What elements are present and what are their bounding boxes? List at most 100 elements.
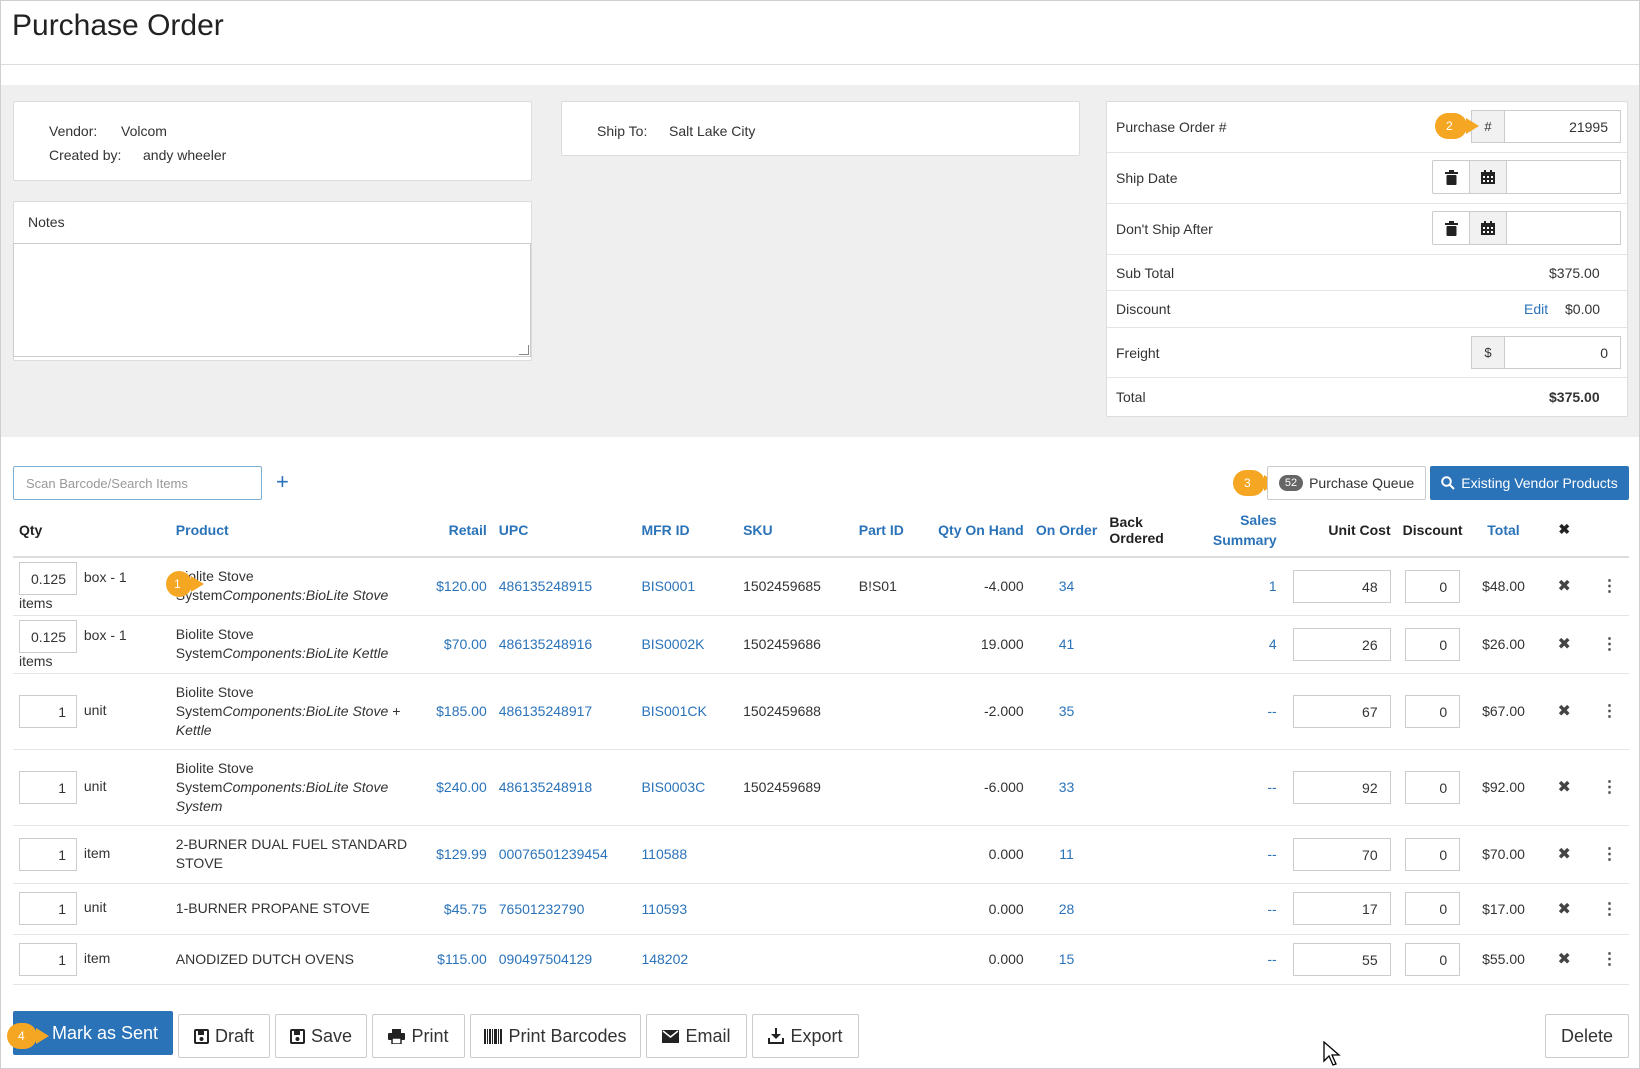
retail-cell[interactable]: $45.75 [426,883,493,935]
remove-row-icon[interactable]: ✖ [1558,578,1571,595]
dont-ship-after-calendar-button[interactable] [1469,211,1507,245]
print-button[interactable]: Print [372,1014,465,1058]
delete-button[interactable]: Delete [1545,1014,1629,1058]
discount-edit-link[interactable]: Edit [1524,301,1548,317]
qty-input[interactable]: 1 [19,770,77,804]
save-button[interactable]: Save [275,1014,367,1058]
col-total[interactable]: Total [1468,503,1539,558]
qty-input[interactable]: 0.125 [19,619,77,653]
on-order-cell[interactable]: 35 [1029,673,1104,750]
col-sales-summary[interactable]: Sales Summary [1206,503,1283,558]
on-order-cell[interactable]: 41 [1029,615,1104,674]
email-button[interactable]: Email [646,1014,747,1058]
unit-cost-input[interactable]: 26 [1292,627,1391,661]
discount-input[interactable]: 0 [1405,892,1461,925]
unit-cost-input[interactable]: 48 [1292,569,1391,603]
qty-input[interactable]: 1 [19,942,77,976]
retail-cell[interactable]: $115.00 [426,934,493,985]
col-sku[interactable]: SKU [737,503,853,558]
upc-cell[interactable]: 486135248917 [492,673,636,750]
on-order-cell[interactable]: 15 [1029,934,1104,985]
col-upc[interactable]: UPC [492,503,636,558]
on-order-cell[interactable]: 11 [1029,825,1104,884]
existing-vendor-products-button[interactable]: Existing Vendor Products [1430,466,1629,500]
upc-cell[interactable]: 76501232790 [492,883,636,935]
notes-textarea[interactable] [13,243,531,357]
col-product[interactable]: Product [169,503,427,558]
qty-input[interactable]: 1 [19,837,77,871]
add-item-button[interactable]: + [276,469,289,495]
sales-summary-cell[interactable]: -- [1206,825,1283,884]
qty-input[interactable]: 0.125 [19,561,77,595]
row-menu-icon[interactable]: ⋮ [1602,578,1618,595]
dont-ship-after-input[interactable] [1506,211,1621,245]
remove-row-icon[interactable]: ✖ [1558,846,1571,863]
resize-handle-icon[interactable] [519,345,529,355]
retail-cell[interactable]: $70.00 [426,615,493,674]
col-retail[interactable]: Retail [426,503,493,558]
export-button[interactable]: Export [752,1014,859,1058]
mfr-id-cell[interactable]: BIS0003C [635,749,738,826]
search-input[interactable]: Scan Barcode/Search Items [13,466,262,500]
mfr-id-cell[interactable]: 148202 [635,934,738,985]
draft-button[interactable]: Draft [178,1014,270,1058]
remove-row-icon[interactable]: ✖ [1558,901,1571,918]
unit-cost-input[interactable]: 67 [1292,694,1391,728]
remove-row-icon[interactable]: ✖ [1558,779,1571,796]
ship-to-value[interactable]: Salt Lake City [669,123,755,139]
upc-cell[interactable]: 486135248915 [492,557,636,616]
row-menu-icon[interactable]: ⋮ [1602,636,1618,653]
discount-input[interactable]: 0 [1405,837,1461,871]
ship-date-clear-button[interactable] [1432,160,1470,194]
row-menu-icon[interactable]: ⋮ [1602,901,1618,918]
discount-input[interactable]: 0 [1405,627,1461,661]
mfr-id-cell[interactable]: 110588 [635,825,738,884]
remove-row-icon[interactable]: ✖ [1558,703,1571,720]
col-on-order[interactable]: On Order [1029,503,1104,558]
unit-cost-input[interactable]: 55 [1292,942,1391,976]
upc-cell[interactable]: 090497504129 [492,934,636,985]
row-menu-icon[interactable]: ⋮ [1602,951,1618,968]
discount-input[interactable]: 0 [1405,694,1461,728]
discount-input[interactable]: 0 [1405,942,1461,976]
mfr-id-cell[interactable]: 110593 [635,883,738,935]
unit-cost-input[interactable]: 70 [1292,837,1391,871]
sales-summary-cell[interactable]: -- [1206,749,1283,826]
ship-date-calendar-button[interactable] [1469,160,1507,194]
freight-input[interactable]: 0 [1504,336,1621,369]
sales-summary-cell[interactable]: -- [1206,883,1283,935]
retail-cell[interactable]: $120.00 [426,557,493,616]
remove-row-icon[interactable]: ✖ [1558,951,1571,968]
col-remove-all[interactable]: ✖ [1538,503,1591,558]
col-mfr-id[interactable]: MFR ID [635,503,738,558]
retail-cell[interactable]: $129.99 [426,825,493,884]
col-qty-on-hand[interactable]: Qty On Hand [922,503,1030,558]
upc-cell[interactable]: 486135248916 [492,615,636,674]
unit-cost-input[interactable]: 92 [1292,770,1391,804]
mfr-id-cell[interactable]: BIS0002K [635,615,738,674]
on-order-cell[interactable]: 34 [1029,557,1104,616]
dont-ship-after-clear-button[interactable] [1432,211,1470,245]
unit-cost-input[interactable]: 17 [1292,892,1391,925]
col-part-id[interactable]: Part ID [852,503,923,558]
sales-summary-cell[interactable]: -- [1206,673,1283,750]
discount-input[interactable]: 0 [1405,569,1461,603]
ship-date-input[interactable] [1506,160,1621,194]
on-order-cell[interactable]: 33 [1029,749,1104,826]
on-order-cell[interactable]: 28 [1029,883,1104,935]
upc-cell[interactable]: 00076501239454 [492,825,636,884]
row-menu-icon[interactable]: ⋮ [1602,779,1618,796]
upc-cell[interactable]: 486135248918 [492,749,636,826]
row-menu-icon[interactable]: ⋮ [1602,846,1618,863]
print-barcodes-button[interactable]: Print Barcodes [470,1014,641,1058]
retail-cell[interactable]: $185.00 [426,673,493,750]
col-qty[interactable]: Qty [13,503,170,558]
purchase-queue-button[interactable]: 52 Purchase Queue [1267,466,1426,500]
discount-input[interactable]: 0 [1405,770,1461,804]
qty-input[interactable]: 1 [19,892,77,925]
po-number-input[interactable]: 21995 [1504,110,1621,143]
qty-input[interactable]: 1 [19,694,77,728]
mfr-id-cell[interactable]: BIS0001 [635,557,738,616]
sales-summary-cell[interactable]: 1 [1206,557,1283,616]
sales-summary-cell[interactable]: 4 [1206,615,1283,674]
